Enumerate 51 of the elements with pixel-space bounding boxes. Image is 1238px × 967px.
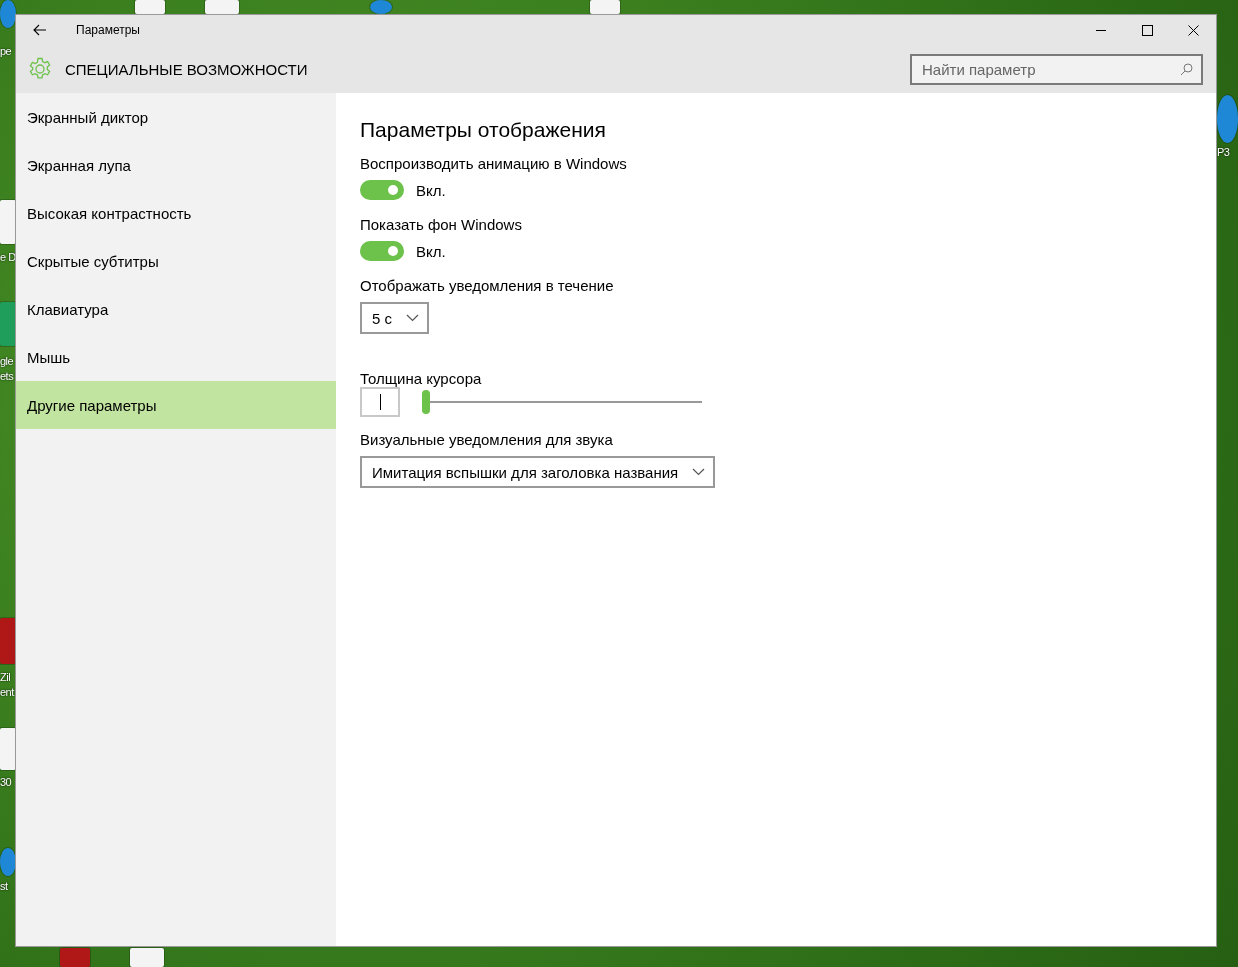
setting-label: Воспроизводить анимацию в Windows [360,155,628,172]
desktop-icon[interactable] [1217,95,1238,143]
desktop-icon[interactable] [135,0,165,14]
desktop-icon-label: 30 [0,775,12,790]
desktop-icon-label: gle [0,354,14,369]
desktop-icon-label: st [0,879,8,894]
search-icon [1180,62,1193,76]
back-arrow-icon [33,24,47,36]
dropdown[interactable]: Имитация вспышки для заголовка названия [360,456,716,488]
desktop-icon-label: Zil [0,670,11,685]
section-title: Параметры отображения [360,118,607,142]
toggle-state: Вкл. [416,181,446,199]
chevron-down-icon [406,314,419,322]
desktop-icon-label: ets [0,369,14,384]
gear-icon [28,57,52,81]
desktop-icon[interactable] [370,0,392,14]
desktop-icon[interactable] [0,618,16,664]
desktop-icon[interactable] [0,728,16,770]
desktop-icon-label: pe [0,44,12,59]
search-field[interactable]: Найти параметр [910,53,1203,85]
desktop-icon[interactable] [0,848,16,876]
minimize-icon [1096,29,1106,31]
toggle-state: Вкл. [416,242,446,260]
desktop-icon[interactable] [0,302,16,346]
cursor-preview [360,387,400,417]
sidebar-item[interactable]: Мышь [16,333,336,381]
close-icon [1187,24,1199,36]
setting-label: Толщина курсора [360,370,483,387]
maximize-icon [1141,24,1153,36]
toggle-switch[interactable] [360,180,404,200]
dropdown[interactable]: 5 с [360,302,429,334]
desktop-icon-label: P3 [1217,145,1230,160]
desktop-icon-label: ent [0,685,14,700]
sidebar-item[interactable]: Высокая контрастность [16,189,336,237]
slider-thumb[interactable] [422,390,430,414]
chevron-down-icon [692,468,706,476]
sidebar-item[interactable]: Экранный диктор [16,93,336,141]
sidebar-item[interactable]: Другие параметры [16,381,336,429]
desktop-icon[interactable] [0,200,16,244]
window-title: Параметры [76,23,141,37]
setting-label: Отображать уведомления в течение [360,277,615,294]
setting-label: Показать фон Windows [360,216,523,233]
setting-label: Визуальные уведомления для звука [360,431,614,448]
page-heading: СПЕЦИАЛЬНЫЕ ВОЗМОЖНОСТИ [65,60,309,78]
desktop-icon[interactable] [590,0,620,14]
toggle-switch[interactable] [360,241,404,261]
sidebar-item[interactable]: Скрытые субтитры [16,237,336,285]
sidebar-item[interactable]: Экранная лупа [16,141,336,189]
sidebar-item[interactable]: Клавиатура [16,285,336,333]
desktop-icon[interactable] [205,0,239,14]
desktop-icon[interactable] [0,0,16,28]
